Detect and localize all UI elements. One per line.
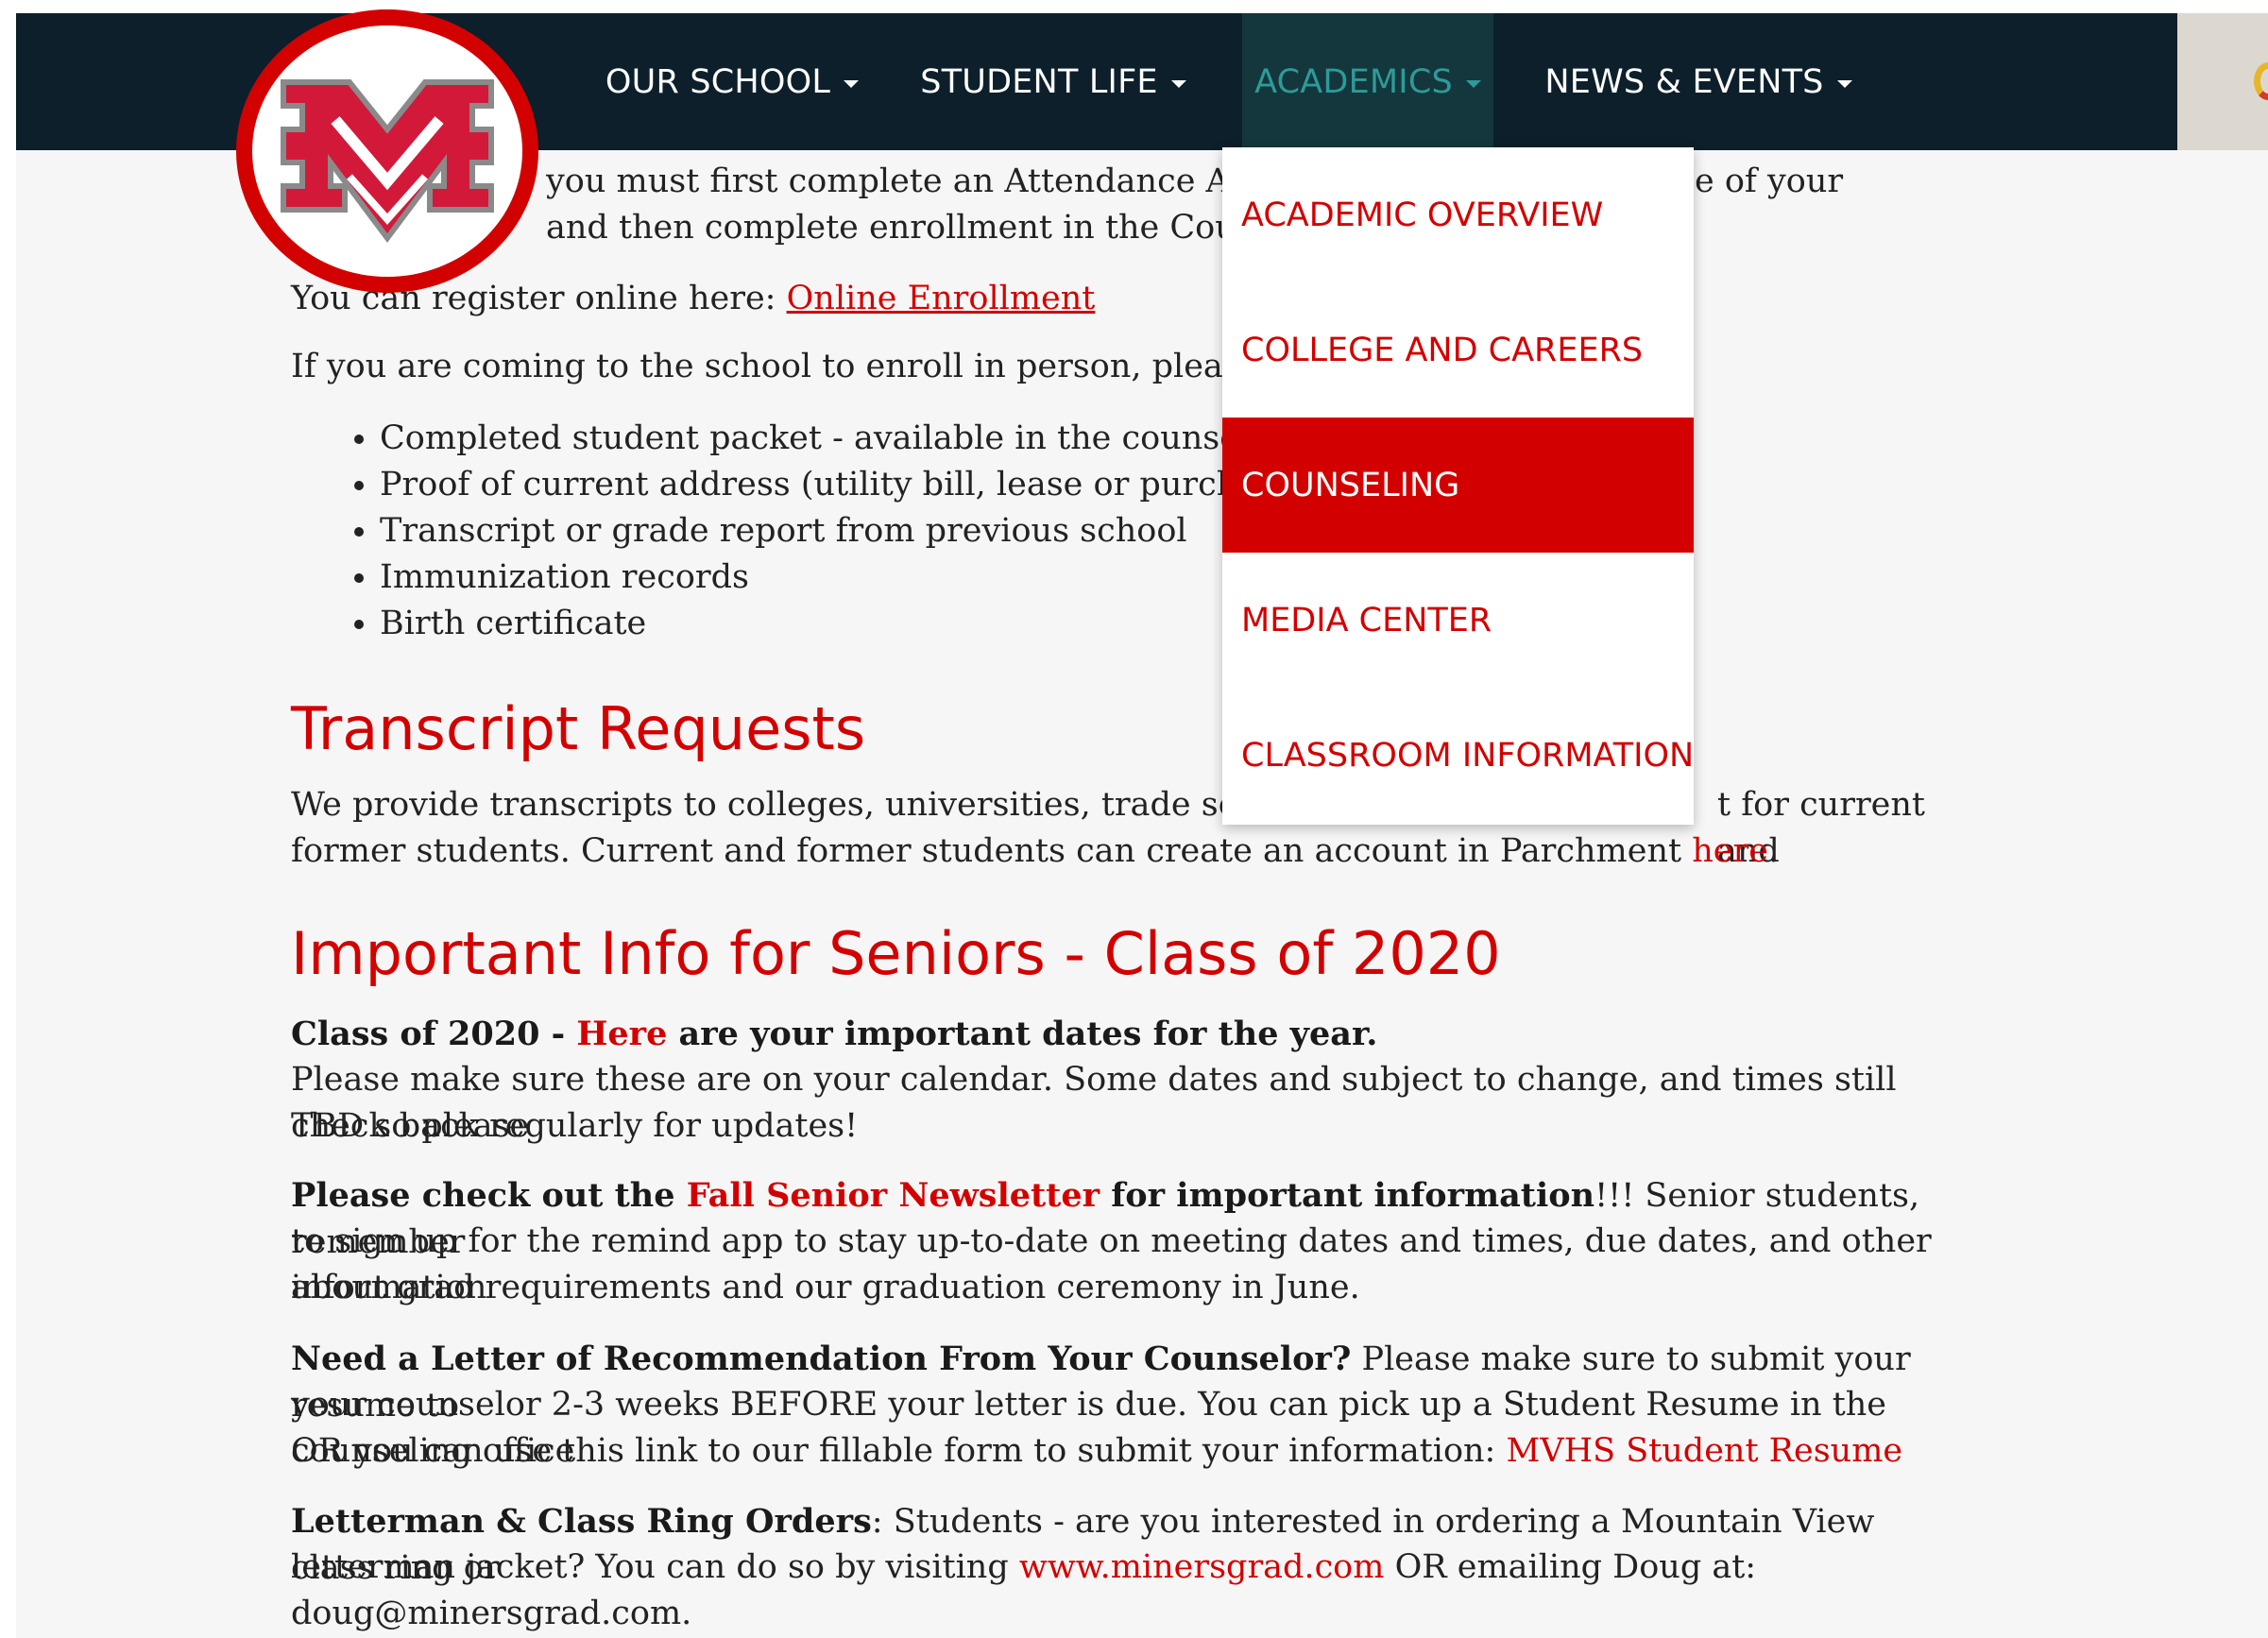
enroll-in-person-text: If you are coming to the school to enrol…	[291, 348, 1360, 385]
enroll-line-1: you must first complete an Attendance Ar…	[546, 162, 1844, 200]
academics-dropdown-menu: ACADEMIC OVERVIEW COLLEGE AND CAREERS CO…	[1222, 147, 1694, 825]
recommendation-line-3: OR you can use this link to our fillable…	[291, 1432, 1903, 1470]
nav-item-student-life[interactable]: STUDENT LIFE	[916, 13, 1190, 150]
newsletter-line-3: about grad requirements and our graduati…	[291, 1269, 1360, 1306]
seniors-dates-line-1: Class of 2020 - Here are your important …	[291, 1015, 1378, 1053]
list-item: Immunization records	[380, 555, 1361, 601]
seniors-dates-line-3: check back regularly for updates!	[291, 1107, 859, 1145]
caret-down-icon	[1836, 79, 1852, 88]
online-enrollment-link[interactable]: Online Enrollment	[787, 280, 1096, 317]
nav-item-label: NEWS & EVENTS	[1544, 62, 1824, 101]
letterman-line-2: letterman jacket? You can do so by visit…	[291, 1548, 1757, 1632]
seniors-heading: Important Info for Seniors - Class of 20…	[291, 919, 1501, 988]
caret-down-icon	[1465, 79, 1481, 88]
nav-item-news-events[interactable]: NEWS & EVENTS	[1538, 13, 1859, 150]
caret-down-icon	[844, 79, 860, 88]
student-resume-link[interactable]: MVHS Student Resume	[1506, 1432, 1902, 1470]
dropdown-item-academic-overview[interactable]: ACADEMIC OVERVIEW	[1222, 147, 1694, 282]
caret-down-icon	[1170, 79, 1186, 88]
nav-item-our-school[interactable]: OUR SCHOOL	[595, 13, 869, 150]
dropdown-item-classroom-information[interactable]: CLASSROOM INFORMATION	[1222, 688, 1694, 823]
enroll-register-line: You can register online here: Online Enr…	[291, 280, 1096, 317]
list-item: Transcript or grade report from previous…	[380, 508, 1361, 555]
list-item: Completed student packet - available in …	[380, 416, 1361, 462]
nav-item-label: ACADEMICS	[1254, 62, 1453, 101]
nav-item-academics[interactable]: ACADEMICS	[1242, 13, 1493, 150]
fall-senior-newsletter-link[interactable]: Fall Senior Newsletter	[687, 1176, 1100, 1215]
parchment-here-link[interactable]: here	[1692, 832, 1768, 870]
important-dates-here-link[interactable]: Here	[576, 1015, 667, 1053]
dropdown-item-college-and-careers[interactable]: COLLEGE AND CAREERS	[1222, 282, 1694, 418]
minersgrad-link[interactable]: www.minersgrad.com	[1019, 1548, 1385, 1586]
enroll-requirements-list: Completed student packet - available in …	[291, 416, 1361, 647]
dropdown-item-counseling[interactable]: COUNSELING	[1222, 418, 1694, 553]
school-m-logo	[281, 79, 494, 243]
transcript-line-2: former students. Current and former stud…	[291, 832, 1780, 870]
list-item: Proof of current address (utility bill, …	[380, 462, 1361, 508]
school-logo[interactable]	[236, 9, 538, 293]
dropdown-item-media-center[interactable]: MEDIA CENTER	[1222, 553, 1694, 688]
transcript-heading: Transcript Requests	[291, 694, 866, 763]
transcript-line-1: We provide transcripts to colleges, univ…	[291, 786, 1925, 870]
nav-item-label: OUR SCHOOL	[605, 62, 831, 101]
nav-item-label: STUDENT LIFE	[920, 62, 1158, 101]
enroll-line-2: and then complete enrollment in the Coun…	[546, 209, 1332, 247]
list-item: Birth certificate	[380, 601, 1361, 647]
